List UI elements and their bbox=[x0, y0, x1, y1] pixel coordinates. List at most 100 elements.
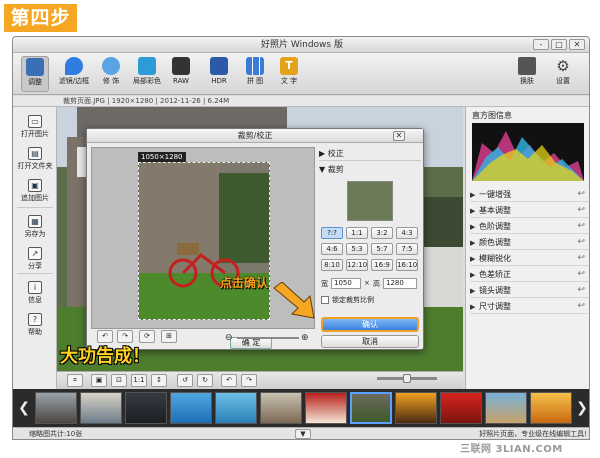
expand-icon: ▶ bbox=[470, 287, 476, 295]
panel-lens[interactable]: ▶ 镜头调整 ↩ bbox=[470, 283, 588, 298]
thumbnail-selected[interactable] bbox=[350, 392, 392, 424]
view-button[interactable]: ▣ bbox=[91, 374, 107, 387]
zoom-in-icon[interactable]: ⊕ bbox=[301, 333, 309, 343]
annotation-arrow bbox=[273, 282, 315, 319]
close-button[interactable]: ✕ bbox=[569, 39, 585, 50]
tool-collage[interactable]: 拼 图 bbox=[241, 56, 269, 92]
chevron-left-icon[interactable]: ❮ bbox=[17, 399, 31, 417]
ratio-free[interactable]: ?:? bbox=[321, 227, 343, 239]
ratio-5-7[interactable]: 5:7 bbox=[371, 243, 393, 255]
dialog-close-button[interactable]: ✕ bbox=[393, 131, 405, 141]
ratio-4-6[interactable]: 4:6 bbox=[321, 243, 343, 255]
rotate-left-button[interactable]: ↺ bbox=[177, 374, 193, 387]
undo-icon[interactable]: ↩ bbox=[577, 203, 585, 218]
panel-chromatic[interactable]: ▶ 色差矫正 ↩ bbox=[470, 267, 588, 282]
panel-levels[interactable]: ▶ 色阶调整 ↩ bbox=[470, 219, 588, 234]
chevron-down-icon[interactable]: ▼ bbox=[295, 429, 311, 439]
ratio-3-2[interactable]: 3:2 bbox=[371, 227, 393, 239]
filter-icon bbox=[65, 57, 83, 75]
thumbnail[interactable] bbox=[530, 392, 572, 424]
redo-button[interactable]: ↷ bbox=[241, 374, 257, 387]
undo-button[interactable]: ↶ bbox=[221, 374, 237, 387]
nav-share[interactable]: ↗ 分享 bbox=[16, 247, 54, 270]
thumbnail[interactable] bbox=[305, 392, 347, 424]
thumbnail[interactable] bbox=[35, 392, 77, 424]
tool-raw[interactable]: RAW bbox=[167, 56, 195, 92]
thumbnail[interactable] bbox=[215, 392, 257, 424]
zoom-out-icon[interactable]: ⊖ bbox=[225, 333, 233, 343]
thumbnail[interactable] bbox=[80, 392, 122, 424]
tool-text[interactable]: T 文 字 bbox=[275, 56, 303, 92]
ratio-4-3[interactable]: 4:3 bbox=[396, 227, 418, 239]
ratio-5-3[interactable]: 5:3 bbox=[346, 243, 368, 255]
nav-save-as[interactable]: ▦ 另存为 bbox=[16, 215, 54, 238]
undo-icon[interactable]: ↩ bbox=[577, 299, 585, 314]
hdr-icon bbox=[210, 57, 228, 75]
lock-ratio-checkbox[interactable] bbox=[321, 296, 329, 304]
panel-one-click-enhance[interactable]: ▶ 一键增强 ↩ bbox=[470, 187, 588, 202]
fit-button[interactable]: ⊡ bbox=[111, 374, 127, 387]
dialog-zoom-slider[interactable] bbox=[237, 337, 299, 339]
rotate-right-button[interactable]: ↻ bbox=[197, 374, 213, 387]
cancel-button[interactable]: 取消 bbox=[321, 335, 419, 348]
ratio-16-10[interactable]: 16:10 bbox=[396, 259, 418, 271]
tool-local-color[interactable]: 局部彩色 bbox=[131, 56, 163, 92]
panel-size[interactable]: ▶ 尺寸调整 ↩ bbox=[470, 299, 588, 314]
original-size-button[interactable]: 1:1 bbox=[131, 374, 147, 387]
panel-color-adjust[interactable]: ▶ 颜色调整 ↩ bbox=[470, 235, 588, 250]
undo-icon[interactable]: ↩ bbox=[577, 235, 585, 250]
compare-button[interactable]: ↕ bbox=[151, 374, 167, 387]
confirm-button[interactable]: 确认 bbox=[321, 317, 419, 332]
crop-tool-button[interactable]: ⌗ bbox=[67, 374, 83, 387]
ratio-7-5[interactable]: 7:5 bbox=[396, 243, 418, 255]
nav-label: 另存为 bbox=[24, 230, 46, 238]
height-label: 高 bbox=[373, 280, 380, 288]
chevron-right-icon[interactable]: ❯ bbox=[575, 399, 589, 417]
open-image-icon: ▭ bbox=[28, 115, 42, 128]
tool-filter[interactable]: 滤镜/边框 bbox=[57, 56, 91, 92]
undo-icon[interactable]: ↩ bbox=[577, 283, 585, 298]
thumbnail[interactable] bbox=[260, 392, 302, 424]
panel-basic-adjust[interactable]: ▶ 基本调整 ↩ bbox=[470, 203, 588, 218]
thumbnail[interactable] bbox=[395, 392, 437, 424]
undo-icon[interactable]: ↩ bbox=[577, 219, 585, 234]
watermark: 三联网 3LIAN.COM bbox=[460, 444, 563, 455]
nav-help[interactable]: ? 帮助 bbox=[16, 313, 54, 336]
nav-info[interactable]: i 信息 bbox=[16, 281, 54, 304]
thumbnail[interactable] bbox=[440, 392, 482, 424]
nav-add-image[interactable]: ▣ 追加图片 bbox=[16, 179, 54, 202]
undo-icon[interactable]: ↩ bbox=[577, 251, 585, 266]
info-icon: i bbox=[28, 281, 42, 294]
undo-icon[interactable]: ↩ bbox=[577, 267, 585, 282]
nav-label: 打开文件夹 bbox=[17, 162, 53, 170]
tool-retouch[interactable]: 修 饰 bbox=[97, 56, 125, 92]
image-info-text: 裁剪页面.JPG | 1920×1280 | 2012-11-26 | 6.24… bbox=[63, 97, 230, 105]
tool-adjust[interactable]: 调整 bbox=[21, 56, 49, 92]
minimize-button[interactable]: - bbox=[533, 39, 549, 50]
expand-icon: ▶ bbox=[470, 223, 476, 231]
maximize-button[interactable]: □ bbox=[551, 39, 567, 50]
height-field[interactable]: 1280 bbox=[383, 278, 417, 289]
thumbnail[interactable] bbox=[485, 392, 527, 424]
ratio-1-1[interactable]: 1:1 bbox=[346, 227, 368, 239]
section-correct[interactable]: ▶ 校正 bbox=[319, 147, 421, 161]
crop-preview-image[interactable] bbox=[138, 162, 270, 320]
section-crop[interactable]: ▼ 裁剪 bbox=[319, 163, 421, 177]
thumbnail[interactable] bbox=[170, 392, 212, 424]
ratio-8-10[interactable]: 8:10 bbox=[321, 259, 343, 271]
nav-open-image[interactable]: ▭ 打开图片 bbox=[16, 115, 54, 138]
zoom-slider-thumb[interactable] bbox=[403, 374, 411, 383]
panel-blur-sharpen[interactable]: ▶ 模糊锐化 ↩ bbox=[470, 251, 588, 266]
tool-settings[interactable]: ⚙ 设置 bbox=[549, 56, 577, 92]
local-color-icon bbox=[138, 57, 156, 75]
tool-hdr[interactable]: HDR bbox=[205, 56, 233, 92]
grid-button[interactable]: ⊞ bbox=[161, 330, 177, 343]
undo-icon[interactable]: ↩ bbox=[577, 187, 585, 202]
width-field[interactable]: 1050 bbox=[331, 278, 361, 289]
nav-open-folder[interactable]: ▤ 打开文件夹 bbox=[16, 147, 54, 170]
thumbnail[interactable] bbox=[125, 392, 167, 424]
panel-label: 尺寸调整 bbox=[479, 302, 511, 311]
ratio-12-10[interactable]: 12:10 bbox=[346, 259, 368, 271]
tool-skin[interactable]: 换肤 bbox=[513, 56, 541, 92]
ratio-16-9[interactable]: 16:9 bbox=[371, 259, 393, 271]
